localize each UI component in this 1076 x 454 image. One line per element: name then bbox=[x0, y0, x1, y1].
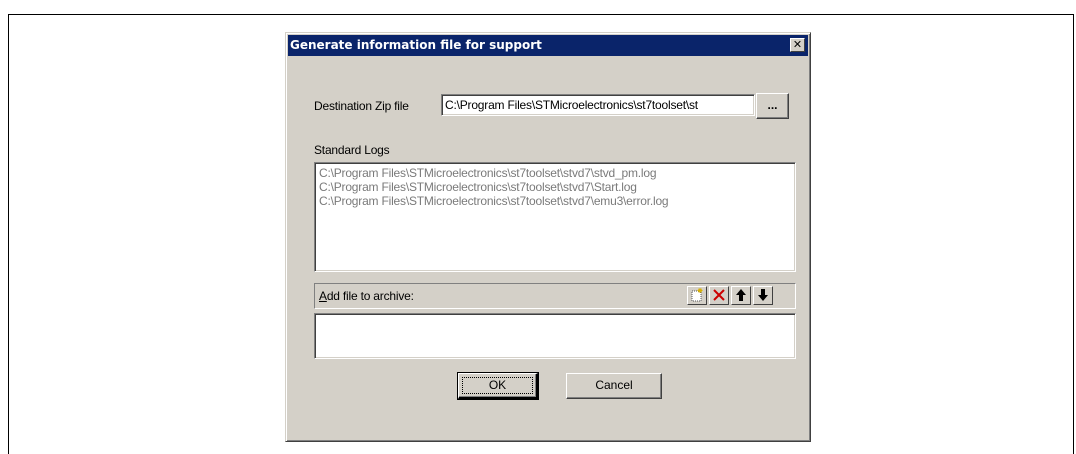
list-item: C:\Program Files\STMicroelectronics\st7t… bbox=[319, 180, 637, 194]
list-item: C:\Program Files\STMicroelectronics\st7t… bbox=[319, 194, 669, 208]
destination-label: Destination Zip file bbox=[314, 99, 409, 113]
new-file-icon bbox=[691, 288, 703, 302]
delete-file-button[interactable] bbox=[709, 286, 729, 305]
support-dialog: Generate information file for support ✕ … bbox=[285, 32, 811, 442]
arrow-up-icon bbox=[736, 289, 746, 301]
focus-rectangle bbox=[462, 377, 533, 394]
delete-icon bbox=[713, 289, 725, 301]
cancel-button[interactable]: Cancel bbox=[566, 373, 662, 399]
dialog-titlebar: Generate information file for support ✕ bbox=[288, 35, 808, 56]
arrow-down-icon bbox=[758, 289, 768, 301]
add-file-toolbar: Add file to archive: bbox=[314, 283, 796, 309]
browse-button[interactable]: ... bbox=[756, 93, 789, 119]
cancel-label: Cancel bbox=[595, 378, 633, 392]
add-file-label: Add file to archive: bbox=[319, 289, 414, 303]
list-item: C:\Program Files\STMicroelectronics\st7t… bbox=[319, 166, 657, 180]
destination-zip-input[interactable]: C:\Program Files\STMicroelectronics\st7t… bbox=[441, 94, 755, 116]
dialog-title: Generate information file for support bbox=[290, 38, 542, 52]
new-file-button[interactable] bbox=[687, 286, 707, 305]
archive-files-list[interactable] bbox=[314, 313, 796, 359]
standard-logs-label: Standard Logs bbox=[314, 143, 390, 157]
move-up-button[interactable] bbox=[731, 286, 751, 305]
close-icon: ✕ bbox=[792, 38, 803, 51]
close-button[interactable]: ✕ bbox=[790, 38, 805, 52]
move-down-button[interactable] bbox=[753, 286, 773, 305]
ok-button[interactable]: OK bbox=[457, 372, 539, 400]
standard-logs-list[interactable]: C:\Program Files\STMicroelectronics\st7t… bbox=[314, 162, 796, 272]
